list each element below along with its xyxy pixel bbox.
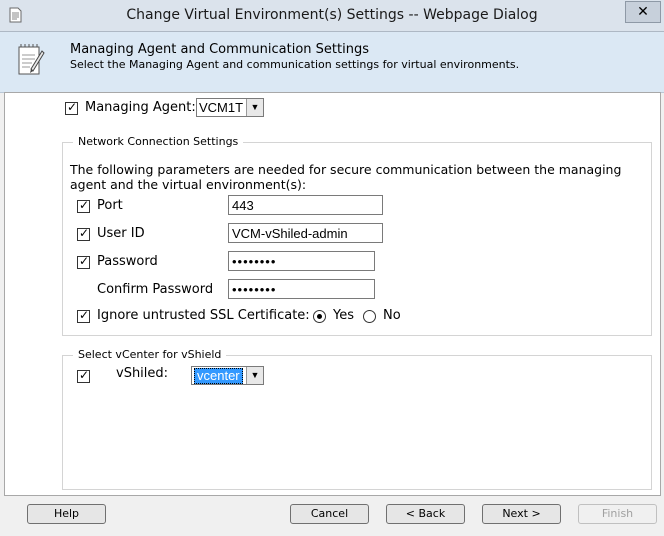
vcenter-checkbox[interactable]: ✓ bbox=[77, 368, 90, 383]
user-id-label: User ID bbox=[97, 226, 145, 241]
password-input[interactable]: •••••••• bbox=[228, 251, 375, 271]
ssl-yes-radio[interactable] bbox=[313, 310, 326, 323]
next-button[interactable]: Next > bbox=[482, 504, 561, 524]
password-label: Password bbox=[97, 254, 158, 269]
cancel-button[interactable]: Cancel bbox=[290, 504, 369, 524]
user-id-checkbox[interactable]: ✓ bbox=[77, 226, 90, 241]
checkmark-icon: ✓ bbox=[79, 226, 90, 240]
user-id-input[interactable]: VCM-vShiled-admin bbox=[228, 223, 383, 243]
confirm-password-label: Confirm Password bbox=[97, 282, 214, 297]
window-title: Change Virtual Environment(s) Settings -… bbox=[126, 7, 538, 23]
back-button[interactable]: < Back bbox=[386, 504, 465, 524]
ssl-yes-label: Yes bbox=[333, 308, 354, 323]
ignore-ssl-checkbox[interactable]: ✓ bbox=[77, 308, 90, 323]
finish-button[interactable]: Finish bbox=[578, 504, 657, 524]
ssl-no-radio[interactable] bbox=[363, 310, 376, 323]
close-button[interactable]: ✕ bbox=[625, 1, 661, 23]
checkmark-icon: ✓ bbox=[79, 198, 90, 212]
managing-agent-label: Managing Agent: bbox=[85, 100, 196, 115]
header-title: Managing Agent and Communication Setting… bbox=[70, 42, 369, 57]
help-button[interactable]: Help bbox=[27, 504, 106, 524]
chevron-down-icon: ▼ bbox=[246, 367, 263, 384]
checkmark-icon: ✓ bbox=[79, 254, 90, 268]
vshield-label: vShiled: bbox=[116, 366, 169, 381]
port-checkbox[interactable]: ✓ bbox=[77, 198, 90, 213]
close-icon: ✕ bbox=[637, 4, 649, 20]
checkmark-icon: ✓ bbox=[79, 308, 90, 322]
notepad-pencil-icon bbox=[18, 44, 45, 75]
managing-agent-checkbox[interactable]: ✓ bbox=[65, 100, 78, 115]
title-bar: Change Virtual Environment(s) Settings -… bbox=[0, 0, 664, 32]
port-input[interactable]: 443 bbox=[228, 195, 383, 215]
ssl-no-label: No bbox=[383, 308, 401, 323]
ignore-ssl-label: Ignore untrusted SSL Certificate: bbox=[97, 308, 310, 323]
network-settings-legend: Network Connection Settings bbox=[73, 135, 244, 148]
network-intro-text: The following parameters are needed for … bbox=[70, 162, 622, 192]
managing-agent-select[interactable]: VCM1T ▼ bbox=[196, 98, 264, 117]
vcenter-legend: Select vCenter for vShield bbox=[73, 348, 227, 361]
chevron-down-icon: ▼ bbox=[246, 99, 263, 116]
port-label: Port bbox=[97, 198, 123, 213]
password-checkbox[interactable]: ✓ bbox=[77, 254, 90, 269]
header-subtitle: Select the Managing Agent and communicat… bbox=[70, 58, 520, 71]
checkmark-icon: ✓ bbox=[79, 368, 90, 382]
vcenter-value: vcenter bbox=[194, 368, 243, 384]
managing-agent-value: VCM1T bbox=[199, 100, 244, 115]
dialog-header: Managing Agent and Communication Setting… bbox=[0, 32, 664, 93]
confirm-password-input[interactable]: •••••••• bbox=[228, 279, 375, 299]
checkmark-icon: ✓ bbox=[67, 100, 78, 114]
radio-selected-dot bbox=[317, 314, 322, 319]
vcenter-select[interactable]: vcenter ▼ bbox=[191, 366, 264, 385]
